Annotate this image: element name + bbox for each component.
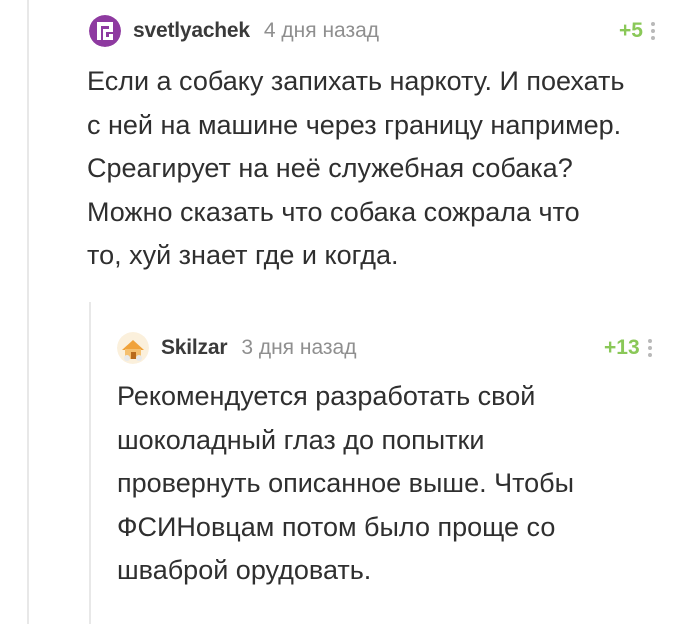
comment-header: Skilzar 3 дня назад: [117, 331, 356, 365]
comment-rating: +13: [604, 331, 652, 365]
username[interactable]: svetlyachek: [133, 19, 250, 43]
orange-house-avatar-icon: [117, 332, 149, 364]
thread-line-reply: [89, 302, 91, 624]
rating-value: +13: [604, 336, 640, 359]
timestamp[interactable]: 4 дня назад: [264, 19, 379, 43]
more-options-icon[interactable]: [650, 22, 655, 40]
thread-line-outer: [27, 0, 29, 624]
comment-rating: +5: [619, 14, 655, 48]
user-avatar[interactable]: [117, 332, 149, 364]
rating-value: +5: [619, 19, 643, 42]
comment: svetlyachek 4 дня назад +5 Если а собаку…: [87, 14, 689, 274]
user-avatar[interactable]: [89, 15, 121, 47]
more-options-icon[interactable]: [647, 339, 652, 357]
username[interactable]: Skilzar: [161, 336, 228, 360]
timestamp[interactable]: 3 дня назад: [241, 336, 356, 360]
comment-header: svetlyachek 4 дня назад: [89, 14, 379, 48]
comment-text: Рекомендуется разработать свой шоколадны…: [117, 381, 575, 585]
reply-comment: Skilzar 3 дня назад +13 Рекомендуется ра…: [117, 331, 687, 591]
comment-text: Если а собаку запихать наркоту. И поехат…: [87, 66, 625, 270]
purple-pixel-logo-avatar-icon: [89, 15, 121, 47]
